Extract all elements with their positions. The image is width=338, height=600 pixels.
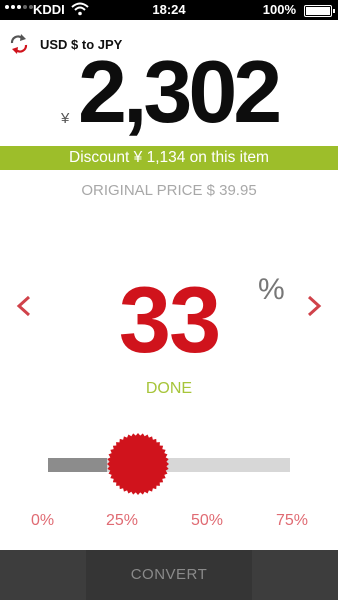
percent-symbol: % [258,273,285,306]
chevron-right-icon[interactable] [305,295,323,317]
converted-price: 2,302 [78,42,282,141]
discount-slider-fill [48,458,107,472]
bottom-bar: CONVERT [0,550,338,600]
slider-tick-25: 25% [106,512,139,529]
original-price: ORIGINAL PRICE $ 39.95 [81,182,257,199]
convert-button[interactable]: CONVERT [86,550,252,600]
done-button[interactable]: DONE [0,380,338,398]
discount-slider-thumb[interactable] [106,432,170,496]
discount-banner: Discount ¥ 1,134 on this item [0,146,338,170]
discount-percent-value: 33 [118,267,222,372]
status-bar: KDDI 18:24 100% [0,0,338,20]
slider-tick-75: 75% [276,512,309,529]
battery-percentage: 100% [262,2,296,17]
slider-tick-50: 50% [191,512,224,529]
battery-icon [304,5,335,17]
slider-thumb-shape [107,433,169,495]
currency-symbol: ¥ [61,110,70,127]
swap-currency-icon[interactable] [9,34,29,54]
slider-tick-0: 0% [31,512,55,529]
